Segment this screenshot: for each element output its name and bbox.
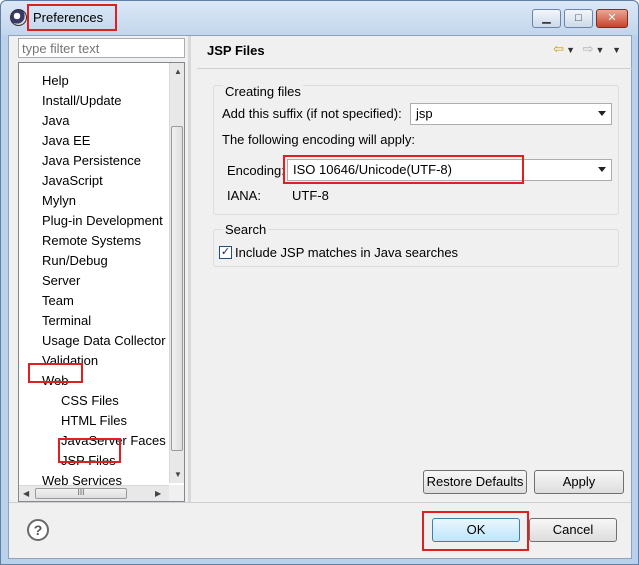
- dialog-client-area: Help Install/Update Java Java EE Java Persis…: [8, 35, 633, 559]
- tree-item[interactable]: JavaScript: [42, 173, 103, 188]
- forward-menu-chevron-down-icon[interactable]: ▼: [596, 45, 607, 55]
- tree-item[interactable]: JavaServer Faces T: [61, 433, 177, 448]
- scroll-left-arrow-icon[interactable]: ◀: [23, 489, 29, 498]
- eclipse-app-icon: [10, 9, 27, 26]
- scroll-right-arrow-icon[interactable]: ▶: [155, 489, 161, 498]
- ok-button[interactable]: OK: [432, 518, 520, 542]
- tree-item[interactable]: JSP Files: [61, 453, 116, 468]
- creating-files-label: Creating files: [223, 84, 303, 99]
- scroll-up-arrow-icon[interactable]: ▲: [174, 67, 182, 76]
- restore-defaults-button[interactable]: Restore Defaults: [423, 470, 527, 494]
- close-button[interactable]: ✕: [596, 9, 628, 28]
- tree-item[interactable]: Plug-in Development: [42, 213, 163, 228]
- tree-item[interactable]: Mylyn: [42, 193, 76, 208]
- include-jsp-label: Include JSP matches in Java searches: [235, 245, 459, 260]
- maximize-button[interactable]: □: [564, 9, 593, 28]
- panel-sash[interactable]: [188, 36, 191, 502]
- tree-item[interactable]: Server: [42, 273, 80, 288]
- encoding-label: Encoding:: [227, 163, 285, 178]
- tree-item[interactable]: Help: [42, 73, 69, 88]
- creating-files-group: Creating files Add this suffix (if not s…: [213, 84, 619, 215]
- tree-item[interactable]: Java Persistence: [42, 153, 141, 168]
- page-title: JSP Files: [207, 43, 265, 58]
- iana-value: UTF-8: [292, 188, 329, 203]
- include-jsp-checkbox[interactable]: ✓: [219, 246, 232, 259]
- tree-item[interactable]: Web: [42, 373, 69, 388]
- suffix-combo[interactable]: jsp: [410, 103, 612, 125]
- back-arrow-icon[interactable]: ⇦: [553, 41, 566, 56]
- chevron-down-icon: [598, 167, 606, 172]
- tree-item[interactable]: Install/Update: [42, 93, 122, 108]
- encoding-value: ISO 10646/Unicode(UTF-8): [293, 162, 452, 177]
- suffix-value: jsp: [416, 106, 433, 121]
- tree-horizontal-scrollbar[interactable]: ◀ III ▶: [19, 485, 171, 501]
- scroll-down-arrow-icon[interactable]: ▼: [174, 470, 182, 479]
- title-separator: [197, 68, 633, 69]
- encoding-note: The following encoding will apply:: [222, 132, 415, 147]
- tree-item[interactable]: Terminal: [42, 313, 91, 328]
- tree-item[interactable]: Remote Systems: [42, 233, 141, 248]
- vertical-scroll-thumb[interactable]: [171, 126, 183, 451]
- window-title: Preferences: [33, 10, 104, 25]
- view-menu-icon[interactable]: ▼: [612, 45, 623, 55]
- iana-label: IANA:: [227, 188, 261, 203]
- tree-item[interactable]: Validation: [42, 353, 98, 368]
- tree-item[interactable]: Team: [42, 293, 74, 308]
- encoding-combo[interactable]: ISO 10646/Unicode(UTF-8): [287, 159, 612, 181]
- tree-item[interactable]: Java EE: [42, 133, 90, 148]
- tree-item[interactable]: CSS Files: [61, 393, 119, 408]
- bottom-separator: [9, 502, 631, 503]
- scrollbar-corner: [169, 485, 184, 501]
- preference-tree[interactable]: Help Install/Update Java Java EE Java Persis…: [18, 62, 185, 502]
- title-bar[interactable]: Preferences ▁ □ ✕: [1, 1, 638, 35]
- minimize-button[interactable]: ▁: [532, 9, 561, 28]
- preferences-window: Preferences ▁ □ ✕ Help Install/Update Java…: [0, 0, 639, 565]
- preference-page: JSP Files ⇦▼ ⇨▼ ▼ Creating files Add thi…: [197, 36, 633, 502]
- filter-input[interactable]: [18, 38, 185, 58]
- search-label: Search: [223, 222, 269, 237]
- apply-button[interactable]: Apply: [534, 470, 624, 494]
- back-menu-chevron-down-icon[interactable]: ▼: [566, 45, 577, 55]
- search-group: Search ✓ Include JSP matches in Java sea…: [213, 222, 619, 267]
- horizontal-scroll-thumb[interactable]: III: [35, 488, 127, 499]
- suffix-label: Add this suffix (if not specified):: [222, 106, 402, 121]
- help-icon[interactable]: ?: [27, 519, 49, 541]
- tree-vertical-scrollbar[interactable]: ▲ ▼: [169, 63, 184, 483]
- tree-item[interactable]: Usage Data Collector: [42, 333, 166, 348]
- tree-item[interactable]: HTML Files: [61, 413, 127, 428]
- cancel-button[interactable]: Cancel: [529, 518, 617, 542]
- chevron-down-icon: [598, 111, 606, 116]
- page-navigation: ⇦▼ ⇨▼ ▼: [553, 41, 623, 57]
- tree-item[interactable]: Run/Debug: [42, 253, 108, 268]
- tree-item[interactable]: Java: [42, 113, 69, 128]
- forward-arrow-icon[interactable]: ⇨: [583, 41, 596, 56]
